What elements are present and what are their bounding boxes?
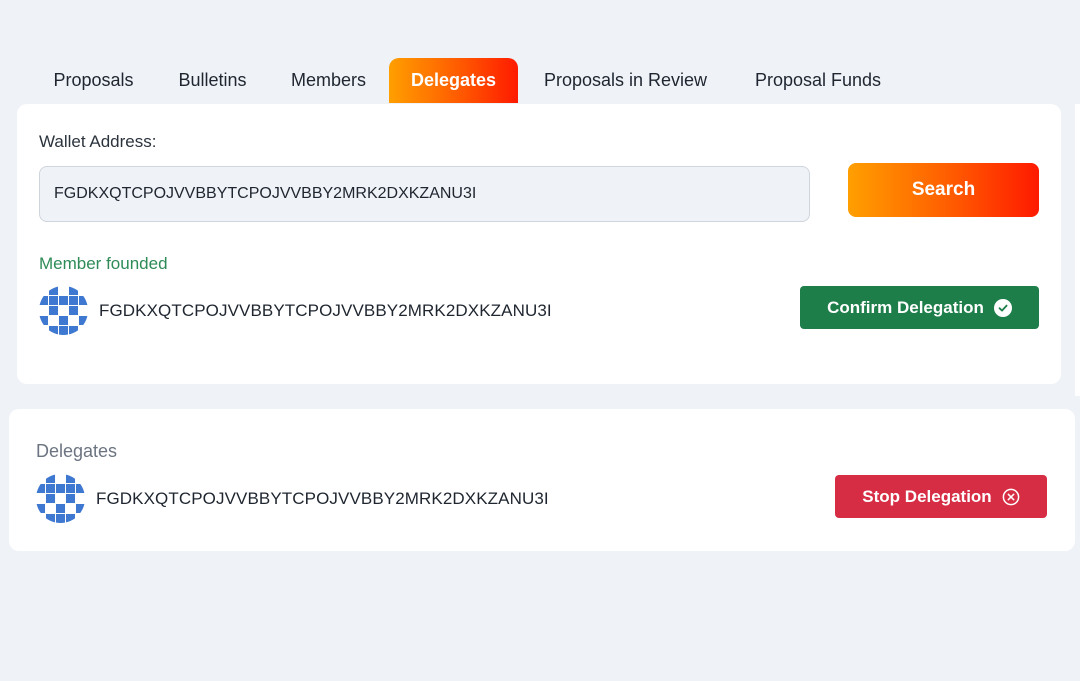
wallet-address-label: Wallet Address: [39, 132, 157, 151]
confirm-delegation-button[interactable]: Confirm Delegation [800, 286, 1039, 329]
tab-bar: Proposals Bulletins Members Delegates Pr… [30, 58, 903, 103]
tab-delegates[interactable]: Delegates [389, 58, 518, 103]
stop-delegation-label: Stop Delegation [862, 486, 992, 506]
confirm-delegation-label: Confirm Delegation [827, 297, 984, 317]
wallet-address-input[interactable] [39, 166, 810, 222]
tab-proposal-funds[interactable]: Proposal Funds [733, 58, 903, 103]
search-button[interactable]: Search [848, 163, 1039, 217]
close-circle-icon [1002, 488, 1020, 506]
identicon-avatar [39, 286, 88, 335]
identicon-avatar [36, 474, 85, 523]
delegates-title: Delegates [36, 441, 118, 461]
member-found-status: Member founded [39, 254, 168, 273]
check-circle-icon [993, 298, 1012, 317]
adjacent-card-edge [1075, 104, 1080, 396]
found-member-address: FGDKXQTCPOJVVBBYTCPOJVVBBY2MRK2DXKZANU3I [99, 300, 552, 320]
tab-bulletins[interactable]: Bulletins [157, 58, 268, 103]
found-member-row: FGDKXQTCPOJVVBBYTCPOJVVBBY2MRK2DXKZANU3I [39, 286, 552, 335]
delegates-card: Delegates FGDKXQTCPOJVVBBYTCPOJVVBBY2MRK… [9, 409, 1075, 551]
stop-delegation-button[interactable]: Stop Delegation [835, 475, 1047, 518]
tab-proposals[interactable]: Proposals [30, 58, 157, 103]
delegate-address: FGDKXQTCPOJVVBBYTCPOJVVBBY2MRK2DXKZANU3I [96, 488, 549, 508]
list-item: FGDKXQTCPOJVVBBYTCPOJVVBBY2MRK2DXKZANU3I [36, 474, 549, 523]
tab-members[interactable]: Members [268, 58, 389, 103]
tab-proposals-in-review[interactable]: Proposals in Review [518, 58, 733, 103]
delegate-search-card: Wallet Address: Search Member founded [17, 104, 1061, 384]
